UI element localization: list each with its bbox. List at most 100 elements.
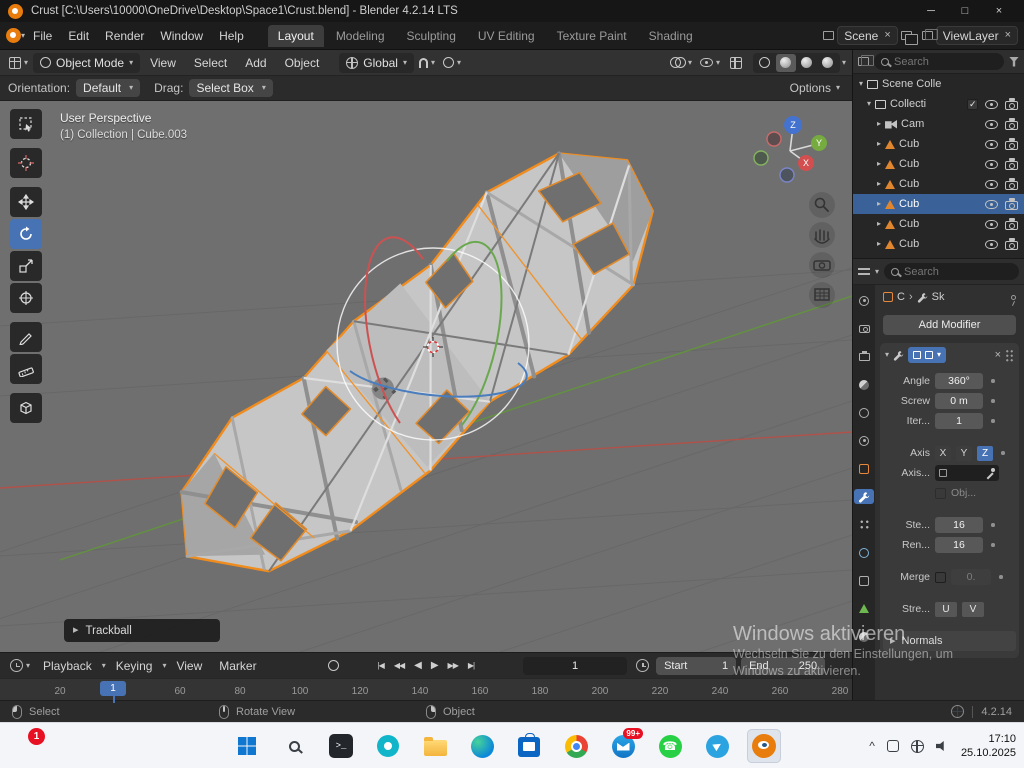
show-gizmo-button[interactable]: ▾ [667, 53, 695, 73]
outliner-row-cube-selected[interactable]: ▸ Cub [853, 194, 1024, 214]
timeline-editor-type-button[interactable]: ▾ [7, 656, 33, 676]
taskbar-mail[interactable]: 99+ [606, 729, 640, 763]
pin-icon[interactable] [1011, 295, 1016, 300]
tray-expand-icon[interactable]: ^ [869, 739, 875, 753]
tab-object[interactable] [854, 461, 874, 476]
disable-render-icon[interactable] [1005, 201, 1018, 210]
object-screw-checkbox[interactable] [935, 488, 946, 499]
disable-render-icon[interactable] [1005, 101, 1018, 110]
camera-view-button[interactable] [809, 252, 835, 278]
axis-object-field[interactable] [935, 465, 999, 481]
disable-render-icon[interactable] [1005, 181, 1018, 190]
tab-output[interactable] [854, 349, 874, 364]
taskbar-file-explorer[interactable] [418, 729, 452, 763]
drag-mode-dropdown[interactable]: Select Box ▾ [189, 79, 272, 97]
xray-toggle[interactable] [725, 53, 747, 73]
tab-shading[interactable]: Shading [639, 25, 703, 47]
menu-add[interactable]: Add [237, 53, 274, 73]
disable-render-icon[interactable] [1005, 221, 1018, 230]
menu-object[interactable]: Object [277, 53, 328, 73]
collapse-icon[interactable]: ▾ [859, 80, 863, 88]
tab-constraints[interactable] [854, 573, 874, 588]
menu-render[interactable]: Render [97, 26, 152, 46]
taskbar-blender[interactable] [747, 729, 781, 763]
add-modifier-button[interactable]: Add Modifier [883, 315, 1016, 335]
play-button[interactable]: ▶ [427, 657, 442, 674]
timeline-ruler[interactable]: 20 40 60 80 100 120 140 160 180 200 220 … [0, 678, 852, 700]
tab-render[interactable] [854, 321, 874, 336]
hide-viewport-icon[interactable] [985, 160, 998, 169]
taskbar-chrome[interactable] [559, 729, 593, 763]
properties-search-input[interactable] [904, 266, 1012, 278]
frame-start-field[interactable]: Start 1 [656, 657, 736, 675]
start-button[interactable] [230, 729, 264, 763]
drag-handle[interactable] [1005, 349, 1014, 362]
eyedropper-icon[interactable] [985, 468, 995, 478]
normals-subpanel-header[interactable]: ▸ Normals [883, 631, 1016, 651]
annotate-tool[interactable] [10, 322, 42, 352]
tab-material[interactable] [854, 629, 874, 644]
menu-help[interactable]: Help [211, 26, 252, 46]
tab-texture-paint[interactable]: Texture Paint [547, 25, 637, 47]
animate-dot[interactable] [991, 379, 995, 383]
tab-tool[interactable] [854, 293, 874, 308]
close-icon[interactable]: × [884, 30, 890, 41]
previous-keyframe-button[interactable]: ◀◀ [390, 658, 408, 673]
angle-field[interactable]: 360° [935, 373, 983, 389]
hide-viewport-icon[interactable] [985, 100, 998, 109]
new-scene-icon[interactable] [901, 31, 912, 40]
snap-toggle[interactable]: ▾ [416, 53, 438, 73]
outliner-editor-icon[interactable] [858, 57, 869, 66]
steps-field[interactable]: 16 [935, 517, 983, 533]
taskbar-search-button[interactable] [277, 729, 311, 763]
collection-checkbox[interactable] [967, 99, 978, 110]
add-primitive-tool[interactable] [10, 393, 42, 423]
animate-dot[interactable] [991, 419, 995, 423]
stretch-u-button[interactable]: U [935, 602, 957, 617]
outliner-row-cube[interactable]: ▸ Cub [853, 174, 1024, 194]
disable-render-icon[interactable] [1005, 161, 1018, 170]
render-steps-field[interactable]: 16 [935, 537, 983, 553]
scale-tool[interactable] [10, 251, 42, 281]
outliner-search-input[interactable] [894, 56, 997, 68]
display-realtime-icon[interactable] [925, 351, 933, 359]
modifier-display-toggles[interactable]: ▾ [908, 347, 946, 363]
animate-dot[interactable] [991, 523, 995, 527]
volume-icon[interactable] [936, 740, 949, 752]
jump-to-end-button[interactable]: ▶| [464, 658, 478, 673]
breadcrumb-modifier-label[interactable]: Sk [932, 291, 945, 303]
outliner-row-collection[interactable]: ▾ Collecti [853, 94, 1024, 114]
menu-playback[interactable]: Playback [36, 656, 99, 676]
rotate-tool[interactable] [10, 219, 42, 249]
expand-icon[interactable]: ▸ [877, 140, 881, 148]
axis-x-button[interactable]: X [935, 446, 951, 461]
tab-modifiers[interactable] [854, 489, 874, 504]
editor-type-button[interactable]: ▾ [6, 53, 31, 73]
mesh-object-cube003[interactable] [136, 109, 698, 630]
shading-material-button[interactable] [797, 54, 817, 72]
proportional-editing-button[interactable]: ▾ [440, 53, 464, 73]
tab-physics[interactable] [854, 545, 874, 560]
notification-badge[interactable]: 1 [28, 728, 45, 745]
hide-viewport-icon[interactable] [985, 140, 998, 149]
tab-world[interactable] [854, 433, 874, 448]
jump-to-start-button[interactable]: |◀ [374, 658, 388, 673]
hide-viewport-icon[interactable] [985, 220, 998, 229]
display-edit-mode-icon[interactable] [913, 351, 921, 359]
outliner-row-scene-collection[interactable]: ▾ Scene Colle [853, 74, 1024, 94]
expand-icon[interactable]: ▸ [877, 180, 881, 188]
axis-y-button[interactable]: Y [956, 446, 972, 461]
current-frame-field[interactable]: 1 [523, 657, 627, 675]
hide-viewport-icon[interactable] [985, 180, 998, 189]
close-button[interactable]: × [982, 5, 1016, 17]
outliner-row-camera[interactable]: ▸ Cam [853, 114, 1024, 134]
use-preview-range-toggle[interactable] [636, 659, 649, 672]
outliner-row-cube[interactable]: ▸ Cub [853, 214, 1024, 234]
tab-object-data[interactable] [854, 601, 874, 616]
shading-wireframe-button[interactable] [755, 54, 775, 72]
auto-keying-toggle[interactable] [323, 656, 345, 676]
tab-layout[interactable]: Layout [268, 25, 324, 47]
collapse-icon[interactable]: ▾ [885, 351, 889, 359]
chevron-down-icon[interactable]: ▾ [842, 59, 846, 67]
measure-tool[interactable] [10, 354, 42, 384]
